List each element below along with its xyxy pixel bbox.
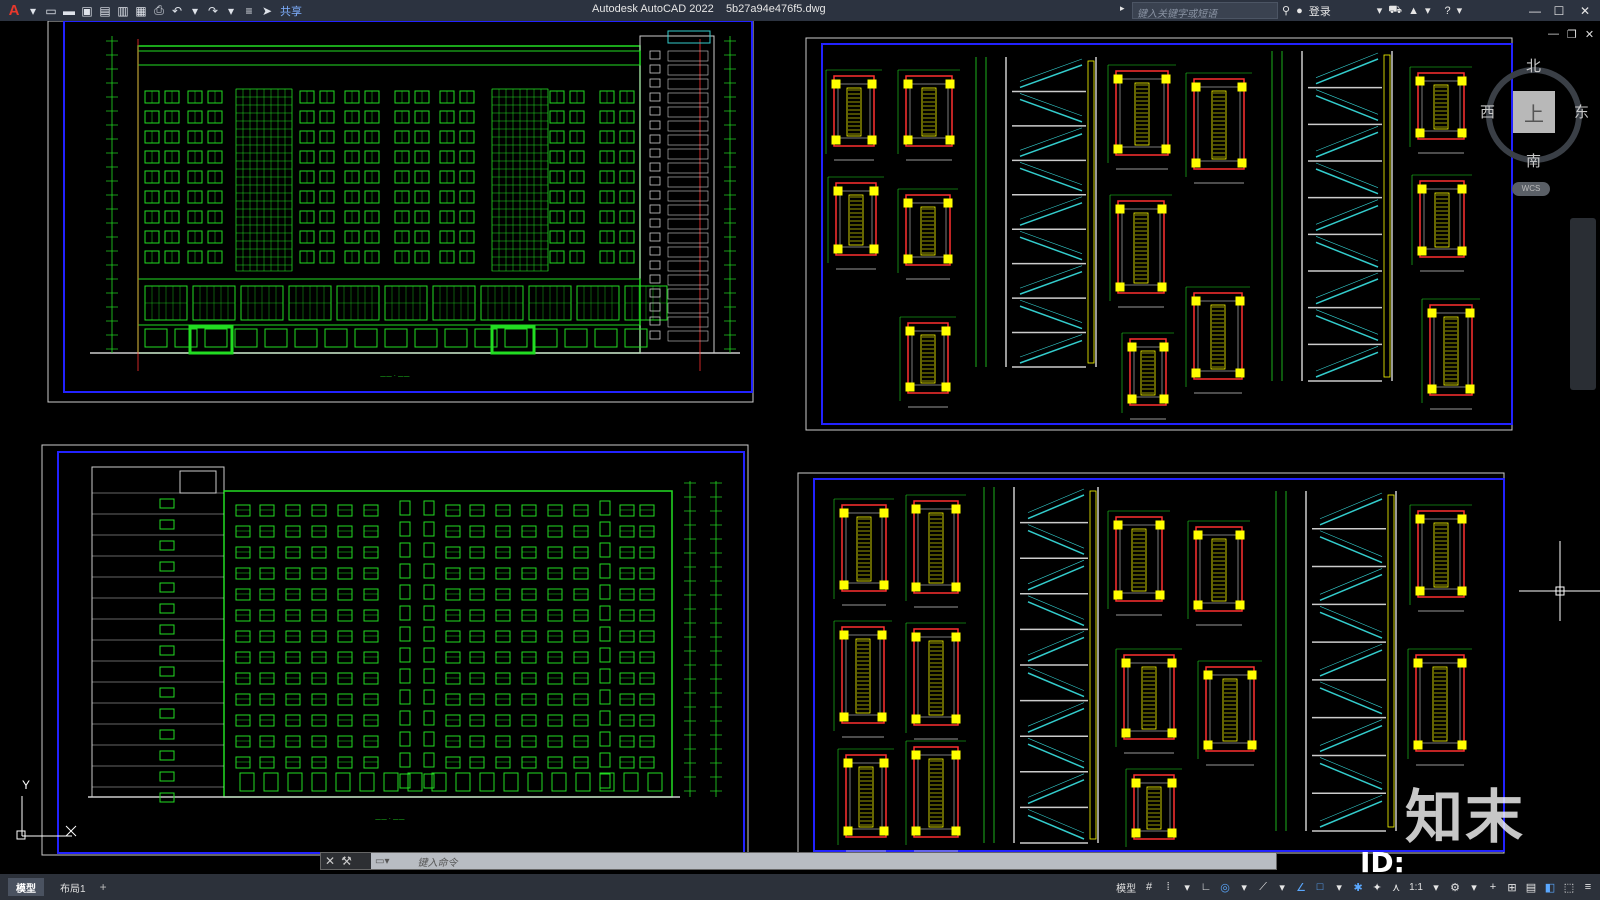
viewcube[interactable]: 上 北 南 东 西 bbox=[1478, 55, 1590, 170]
annotation-scale-icon[interactable]: ⋏ bbox=[1390, 881, 1402, 894]
undo-dropdown-icon[interactable]: ▾ bbox=[186, 0, 204, 21]
svg-text:—— · ——: —— · —— bbox=[375, 816, 405, 823]
command-close-icon[interactable]: ✕ bbox=[325, 854, 335, 868]
watermark-logo: 知末 bbox=[1405, 785, 1526, 850]
quick-access-toolbar: A ▾ ▭ ▬ ▣ ▤ ▥ ▦ ⎙ ↶ ▾ ↷ ▾ ≡ ➤ 共享 bbox=[0, 0, 302, 21]
model-space-canvas[interactable]: —— · —— —— · —— Y bbox=[0, 21, 1600, 874]
ortho-icon[interactable]: ∟ bbox=[1200, 881, 1212, 893]
viewcube-north-label[interactable]: 北 bbox=[1526, 55, 1541, 76]
app-title: Autodesk AutoCAD 2022 bbox=[592, 3, 714, 15]
object-snap-icon[interactable]: □ bbox=[1314, 881, 1326, 893]
grid-icon[interactable]: # bbox=[1143, 881, 1155, 893]
ucs-y-label: Y bbox=[22, 778, 31, 792]
command-input[interactable]: 键入命令 bbox=[389, 854, 457, 869]
command-customize-icon[interactable]: ⚒ bbox=[341, 854, 352, 868]
user-icon[interactable]: ● bbox=[1296, 5, 1303, 17]
sheet-stair-details-2 bbox=[797, 472, 1505, 854]
autodesk-a360-icon[interactable]: ▲ bbox=[1408, 5, 1419, 17]
search-expand-icon[interactable]: ▸ bbox=[1120, 3, 1125, 14]
search-input[interactable]: 键入关键字或短语 bbox=[1132, 2, 1278, 20]
status-bar: 模型 布局1 + 模型 # ⁞ ▾ ∟ ◎ ▾ ⟋ ▾ ∠ □ ▾ ✱ ✦ ⋏ … bbox=[0, 874, 1600, 900]
search-icon[interactable]: ⚲ bbox=[1282, 4, 1290, 17]
annotation-scale-label[interactable]: 1:1 bbox=[1409, 882, 1423, 893]
redo-icon[interactable]: ↷ bbox=[204, 0, 222, 21]
snap-icon[interactable]: ⁞ bbox=[1162, 881, 1174, 893]
scale-dropdown-icon[interactable]: ▾ bbox=[1430, 881, 1442, 894]
minimize-window-icon[interactable]: — bbox=[1524, 0, 1546, 21]
snap-dropdown-icon[interactable]: ▾ bbox=[1181, 881, 1193, 894]
drawing-restore-icon[interactable]: ❐ bbox=[1567, 28, 1577, 42]
undo-icon[interactable]: ↶ bbox=[168, 0, 186, 21]
command-line[interactable]: ✕ ⚒ ▭▾ 键入命令 bbox=[320, 852, 1277, 870]
help-dropdown-icon[interactable]: ▾ bbox=[1457, 4, 1463, 17]
crosshair-cursor bbox=[1519, 541, 1600, 621]
window-title: Autodesk AutoCAD 2022 5b27a94e476f5.dwg bbox=[592, 3, 826, 15]
svg-text:—— · ——: —— · —— bbox=[380, 373, 410, 380]
object-snap-dropdown-icon[interactable]: ▾ bbox=[1333, 881, 1345, 894]
viewcube-south-label[interactable]: 南 bbox=[1526, 150, 1541, 171]
plot-preview-icon[interactable]: ▦ bbox=[132, 0, 150, 21]
redo-dropdown-icon[interactable]: ▾ bbox=[222, 0, 240, 21]
workspace-gear-icon[interactable]: ⚙ bbox=[1449, 881, 1461, 894]
title-bar: A ▾ ▭ ▬ ▣ ▤ ▥ ▦ ⎙ ↶ ▾ ↷ ▾ ≡ ➤ 共享 Autodes… bbox=[0, 0, 1600, 21]
login-dropdown-icon[interactable]: ▾ bbox=[1377, 4, 1383, 17]
autocad-window: A ▾ ▭ ▬ ▣ ▤ ▥ ▦ ⎙ ↶ ▾ ↷ ▾ ≡ ➤ 共享 Autodes… bbox=[0, 0, 1600, 900]
auto-scale-icon[interactable]: ✦ bbox=[1371, 881, 1383, 894]
drawing-close-icon[interactable]: ✕ bbox=[1585, 28, 1594, 42]
quick-properties-icon[interactable]: ▤ bbox=[1525, 881, 1537, 894]
isolate-objects-icon[interactable]: ◧ bbox=[1544, 881, 1556, 894]
workspace-dropdown-icon[interactable]: ▾ bbox=[1468, 881, 1480, 894]
command-line-controls: ✕ ⚒ bbox=[321, 853, 371, 869]
share-icon[interactable]: ➤ bbox=[258, 0, 276, 21]
annotation-visibility-icon[interactable]: ✱ bbox=[1352, 881, 1364, 894]
save-as-icon[interactable]: ▤ bbox=[96, 0, 114, 21]
sheet-stair-details-1 bbox=[805, 37, 1513, 431]
units-icon[interactable]: ⊞ bbox=[1506, 881, 1518, 894]
isodraft-dropdown-icon[interactable]: ▾ bbox=[1276, 881, 1288, 894]
maximize-window-icon[interactable]: ☐ bbox=[1548, 0, 1570, 21]
annotation-monitor-icon[interactable]: + bbox=[1487, 881, 1499, 893]
sheet-set-icon[interactable]: ▥ bbox=[114, 0, 132, 21]
tab-model[interactable]: 模型 bbox=[8, 878, 44, 896]
cart-icon[interactable]: ⛟ bbox=[1388, 4, 1402, 18]
drawing-window-controls: — ❐ ✕ bbox=[1548, 28, 1594, 42]
titlebar-right-tools: ⚲ ● 登录 ▾ ⛟ ▲ ▾ ? ▾ bbox=[1282, 0, 1462, 21]
drawing-minimize-icon[interactable]: — bbox=[1548, 28, 1559, 42]
close-window-icon[interactable]: ✕ bbox=[1574, 0, 1596, 21]
polar-tracking-icon[interactable]: ◎ bbox=[1219, 881, 1231, 894]
viewcube-top-face[interactable]: 上 bbox=[1513, 91, 1555, 133]
model-space-toggle[interactable]: 模型 bbox=[1116, 880, 1136, 895]
dropdown-arrow-icon[interactable]: ▾ bbox=[24, 0, 42, 21]
ucs-icon bbox=[16, 796, 77, 840]
viewcube-west-label[interactable]: 西 bbox=[1480, 101, 1495, 122]
file-name: 5b27a94e476f5.dwg bbox=[725, 3, 826, 15]
autocad-logo-button[interactable]: A bbox=[4, 2, 24, 19]
sheet-front-elevation: —— · —— bbox=[47, 21, 754, 403]
navigation-bar[interactable] bbox=[1570, 218, 1596, 390]
clean-screen-icon[interactable]: ⬚ bbox=[1563, 881, 1575, 894]
tab-layout1[interactable]: 布局1 bbox=[52, 878, 94, 896]
polar-dropdown-icon[interactable]: ▾ bbox=[1238, 881, 1250, 894]
object-snap-tracking-icon[interactable]: ∠ bbox=[1295, 881, 1307, 894]
save-icon[interactable]: ▣ bbox=[78, 0, 96, 21]
a360-dropdown-icon[interactable]: ▾ bbox=[1425, 4, 1431, 17]
share-button[interactable]: 共享 bbox=[280, 3, 302, 19]
print-icon[interactable]: ⎙ bbox=[150, 0, 168, 21]
cad-drawing: —— · —— —— · —— bbox=[16, 21, 1600, 856]
sheet-rear-elevation: —— · —— bbox=[41, 444, 749, 856]
viewcube-east-label[interactable]: 东 bbox=[1574, 101, 1589, 122]
new-file-icon[interactable]: ▭ bbox=[42, 0, 60, 21]
help-icon[interactable]: ? bbox=[1445, 5, 1451, 17]
open-folder-icon[interactable]: ▬ bbox=[60, 0, 78, 21]
customization-menu-icon[interactable]: ≡ bbox=[1582, 881, 1594, 893]
status-tools: 模型 # ⁞ ▾ ∟ ◎ ▾ ⟋ ▾ ∠ □ ▾ ✱ ✦ ⋏ 1:1 ▾ ⚙ ▾… bbox=[1116, 874, 1594, 900]
isodraft-icon[interactable]: ⟋ bbox=[1257, 881, 1269, 893]
command-history-icon[interactable]: ▭▾ bbox=[375, 856, 389, 867]
add-layout-button[interactable]: + bbox=[100, 880, 107, 894]
wcs-menu-button[interactable]: WCS bbox=[1512, 182, 1550, 196]
login-button[interactable]: 登录 bbox=[1309, 3, 1331, 19]
customize-toolbar-icon[interactable]: ≡ bbox=[240, 0, 258, 21]
